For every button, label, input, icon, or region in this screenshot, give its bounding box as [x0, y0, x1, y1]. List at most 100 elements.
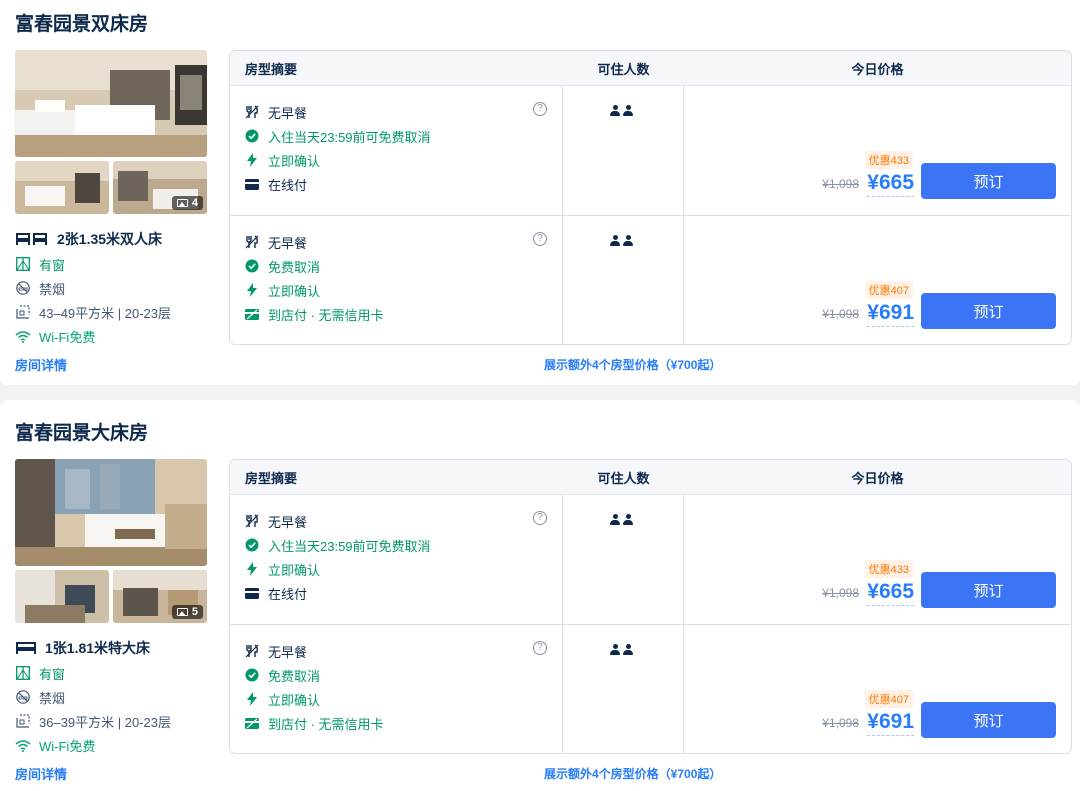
current-price[interactable]: ¥691: [867, 301, 914, 327]
header-summary: 房型摘要: [245, 470, 298, 486]
cancellation-info: 免费取消: [245, 663, 562, 687]
smoking-info: 禁烟: [15, 685, 215, 709]
no-smoking-icon: [15, 689, 31, 705]
info-icon[interactable]: ?: [533, 102, 547, 116]
card-icon: [245, 177, 259, 191]
pay-at-hotel-icon: [245, 716, 259, 730]
book-button[interactable]: 预订: [921, 702, 1056, 738]
header-price: 今日价格: [851, 470, 904, 486]
rate-guests: [563, 216, 684, 344]
current-price[interactable]: ¥691: [867, 710, 914, 736]
wifi-icon: [15, 737, 31, 753]
breakfast-info: 无早餐: [245, 230, 562, 254]
pay-at-hotel-icon: [245, 307, 259, 321]
book-button[interactable]: 预订: [921, 293, 1056, 329]
bed-info: 1张1.81米特大床: [15, 637, 215, 659]
image-icon: [176, 608, 188, 616]
payment-info: 在线付: [245, 172, 562, 196]
two-guests-icon: [610, 105, 633, 116]
discount-badge: 优惠407: [864, 281, 913, 299]
info-icon[interactable]: ?: [533, 511, 547, 525]
area-icon: [15, 713, 31, 729]
wifi-info: Wi-Fi免费: [15, 324, 215, 348]
instant-confirm-info: 立即确认: [245, 687, 562, 711]
image-icon: [176, 199, 188, 207]
twin-bed-icon: [15, 231, 49, 247]
cancellation-info: 免费取消: [245, 254, 562, 278]
breakfast-info: 无早餐: [245, 100, 562, 124]
no-breakfast-icon: [245, 514, 259, 528]
two-guests-icon: [610, 644, 633, 655]
room-thumb-photo[interactable]: 4: [113, 161, 207, 214]
no-smoking-icon: [15, 280, 31, 296]
room-details-link[interactable]: 房间详情: [15, 764, 67, 783]
breakfast-info: 无早餐: [245, 639, 562, 663]
info-icon[interactable]: ?: [533, 232, 547, 246]
discount-badge: 优惠433: [864, 560, 913, 578]
rate-summary: 无早餐 免费取消 立即确认 到店付 · 无需信用卡 ?: [230, 625, 563, 753]
window-icon: [15, 256, 31, 272]
rate-row: 无早餐 免费取消 立即确认 到店付 · 无需信用卡 ? 优惠407 ¥1,098…: [230, 215, 1071, 344]
original-price: ¥1,098: [822, 716, 859, 730]
wifi-info: Wi-Fi免费: [15, 733, 215, 757]
room-thumb-photo[interactable]: [15, 570, 109, 623]
info-icon[interactable]: ?: [533, 641, 547, 655]
room-gallery[interactable]: 5: [15, 459, 207, 623]
rate-row: 无早餐 入住当天23:59前可免费取消 立即确认 在线付 ? 优惠433 ¥1,…: [230, 495, 1071, 624]
lightning-icon: [245, 562, 259, 576]
photo-count-badge: 5: [171, 605, 203, 619]
instant-confirm-info: 立即确认: [245, 278, 562, 302]
rate-summary: 无早餐 入住当天23:59前可免费取消 立即确认 在线付 ?: [230, 495, 563, 624]
room-main-photo[interactable]: [15, 50, 207, 157]
rate-guests: [563, 625, 684, 753]
book-button[interactable]: 预订: [921, 572, 1056, 608]
check-circle-icon: [245, 538, 259, 552]
window-info: 有窗: [15, 661, 215, 685]
instant-confirm-info: 立即确认: [245, 148, 562, 172]
room-gallery[interactable]: 4: [15, 50, 207, 214]
rate-price: 优惠433 ¥1,098 ¥665 预订: [684, 495, 1071, 624]
more-rates-link[interactable]: 展示额外4个房型价格（¥700起）: [544, 356, 721, 373]
more-rates-link[interactable]: 展示额外4个房型价格（¥700起）: [544, 765, 721, 782]
header-summary: 房型摘要: [245, 61, 298, 77]
rate-table-header: 房型摘要 可住人数 今日价格: [230, 51, 1071, 86]
rate-table: 房型摘要 可住人数 今日价格 无早餐 入住当天23:59前可免费取消 立即确认 …: [229, 459, 1072, 754]
rate-guests: [563, 86, 684, 215]
photo-count-badge: 4: [171, 196, 203, 210]
current-price[interactable]: ¥665: [867, 171, 914, 197]
rate-table: 房型摘要 可住人数 今日价格 无早餐 入住当天23:59前可免费取消 立即确认 …: [229, 50, 1072, 345]
room-details-link[interactable]: 房间详情: [15, 355, 67, 374]
original-price: ¥1,098: [822, 586, 859, 600]
lightning-icon: [245, 153, 259, 167]
area-info: 43–49平方米 | 20-23层: [15, 300, 215, 324]
cancellation-info: 入住当天23:59前可免费取消: [245, 533, 562, 557]
rate-price: 优惠407 ¥1,098 ¥691 预订: [684, 216, 1071, 344]
rate-summary: 无早餐 入住当天23:59前可免费取消 立即确认 在线付 ?: [230, 86, 563, 215]
room-thumb-photo[interactable]: 5: [113, 570, 207, 623]
lightning-icon: [245, 692, 259, 706]
card-icon: [245, 586, 259, 600]
header-guests: 可住人数: [597, 470, 650, 486]
rate-summary: 无早餐 免费取消 立即确认 到店付 · 无需信用卡 ?: [230, 216, 563, 344]
header-guests: 可住人数: [597, 61, 650, 77]
book-button[interactable]: 预订: [921, 163, 1056, 199]
current-price[interactable]: ¥665: [867, 580, 914, 606]
check-circle-icon: [245, 129, 259, 143]
discount-badge: 优惠433: [864, 151, 913, 169]
room-facilities: 2张1.35米双人床 有窗 禁烟 43–49平方米 | 20-23层 Wi-Fi…: [15, 228, 215, 348]
rate-guests: [563, 495, 684, 624]
rate-row: 无早餐 免费取消 立即确认 到店付 · 无需信用卡 ? 优惠407 ¥1,098…: [230, 624, 1071, 753]
area-icon: [15, 304, 31, 320]
check-circle-icon: [245, 668, 259, 682]
two-guests-icon: [610, 235, 633, 246]
room-main-photo[interactable]: [15, 459, 207, 566]
room-card-king: 富春园景大床房 5 1张1.81米特大床 有窗 禁烟 36–39平方米 | 20…: [0, 400, 1080, 791]
room-thumb-photo[interactable]: [15, 161, 109, 214]
rate-price: 优惠433 ¥1,098 ¥665 预订: [684, 86, 1071, 215]
area-info: 36–39平方米 | 20-23层: [15, 709, 215, 733]
no-breakfast-icon: [245, 644, 259, 658]
window-icon: [15, 665, 31, 681]
payment-info: 到店付 · 无需信用卡: [245, 302, 562, 326]
check-circle-icon: [245, 259, 259, 273]
king-bed-icon: [15, 640, 37, 656]
